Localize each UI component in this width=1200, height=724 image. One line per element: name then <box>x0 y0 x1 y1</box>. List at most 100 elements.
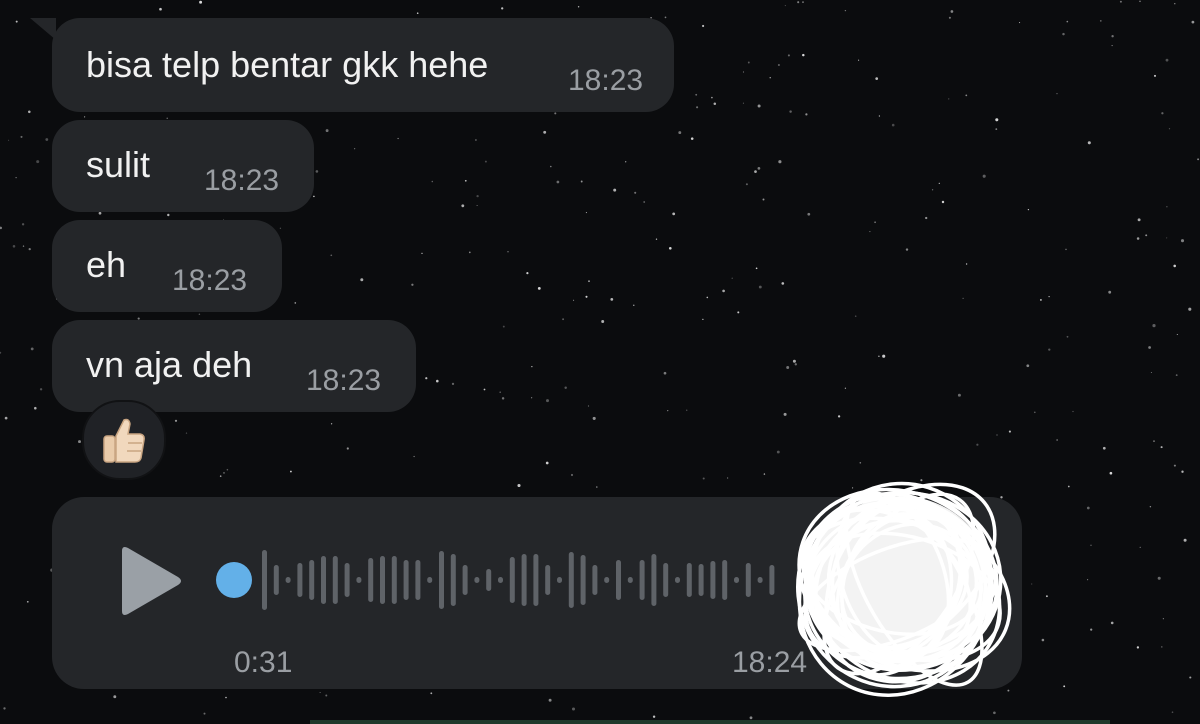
star <box>769 77 771 79</box>
star <box>1063 685 1066 688</box>
star <box>672 212 676 216</box>
star <box>844 387 847 389</box>
message-text: vn aja deh <box>86 344 253 385</box>
message-timestamp: 18:23 <box>568 64 644 97</box>
waveform-bar <box>592 565 598 595</box>
star <box>8 139 10 141</box>
message-bubble[interactable]: eh 18:23 <box>52 220 282 312</box>
star <box>844 9 847 12</box>
star <box>1197 158 1200 161</box>
star <box>634 191 637 194</box>
star <box>777 63 780 67</box>
star <box>807 212 811 216</box>
star <box>1087 579 1089 581</box>
waveform-bar <box>722 560 728 600</box>
star <box>476 205 478 206</box>
star <box>1188 307 1192 311</box>
star <box>325 694 328 697</box>
star <box>1119 0 1122 3</box>
star <box>1111 35 1114 38</box>
star <box>548 698 552 702</box>
waveform-bar <box>734 577 739 583</box>
star <box>706 296 709 299</box>
star <box>313 195 315 198</box>
star <box>713 102 717 106</box>
star <box>1173 264 1176 268</box>
star <box>360 278 364 282</box>
star <box>737 311 740 314</box>
voice-waveform[interactable] <box>210 540 780 620</box>
star <box>3 707 6 710</box>
star <box>15 20 18 23</box>
star <box>573 299 575 301</box>
star <box>198 313 201 315</box>
star <box>652 715 656 718</box>
star <box>1067 485 1070 488</box>
star <box>564 386 567 390</box>
star <box>1173 464 1176 467</box>
star <box>501 397 505 400</box>
waveform-bar <box>568 552 574 608</box>
star <box>1048 295 1050 298</box>
play-icon[interactable] <box>118 545 184 617</box>
star <box>1086 506 1090 510</box>
star <box>778 160 782 164</box>
waveform-bar <box>403 560 409 600</box>
star <box>995 128 998 130</box>
star <box>695 93 698 96</box>
star <box>1045 595 1048 598</box>
star <box>585 212 587 214</box>
waveform-bar <box>309 560 315 600</box>
star <box>499 391 501 393</box>
star <box>1090 628 1093 631</box>
star <box>225 696 227 699</box>
waveform-bar <box>332 556 338 604</box>
star <box>315 170 319 173</box>
star <box>702 24 705 28</box>
waveform-bar <box>450 554 456 606</box>
message-bubble[interactable]: sulit 18:23 <box>52 120 314 212</box>
star <box>483 388 486 391</box>
star <box>995 118 999 122</box>
star <box>1026 364 1030 368</box>
star <box>159 7 162 11</box>
star <box>749 716 753 720</box>
star <box>199 0 203 4</box>
star <box>882 354 886 358</box>
star <box>223 472 225 474</box>
star <box>1108 290 1112 294</box>
waveform-bar <box>545 565 551 595</box>
star <box>330 254 333 257</box>
star <box>613 188 617 192</box>
star <box>792 359 796 363</box>
star <box>948 16 951 19</box>
star <box>1065 248 1067 251</box>
star <box>1109 471 1113 475</box>
star <box>610 298 614 301</box>
reaction-badge[interactable] <box>82 400 166 480</box>
waveform-bar <box>439 551 444 609</box>
star <box>925 216 928 220</box>
star <box>1166 206 1168 208</box>
star <box>1048 348 1051 351</box>
waveform-bar <box>710 561 716 599</box>
star <box>1111 45 1113 47</box>
input-bar-edge <box>310 720 1110 724</box>
star <box>742 71 745 73</box>
waveform-bar <box>380 556 385 604</box>
waveform-bar <box>498 577 503 583</box>
star <box>905 248 909 251</box>
star <box>678 131 682 135</box>
star <box>667 409 669 412</box>
star <box>1175 374 1178 376</box>
star <box>98 211 102 215</box>
star <box>1087 141 1091 145</box>
waveform-bar <box>273 565 279 595</box>
star <box>996 434 998 436</box>
star <box>633 304 635 306</box>
star <box>1110 621 1114 625</box>
message-bubble[interactable]: bisa telp bentar gkk hehe 18:23 <box>52 18 674 112</box>
message-bubble[interactable]: vn aja deh 18:23 <box>52 320 416 412</box>
star <box>113 695 117 699</box>
message-timestamp: 18:23 <box>204 164 280 197</box>
